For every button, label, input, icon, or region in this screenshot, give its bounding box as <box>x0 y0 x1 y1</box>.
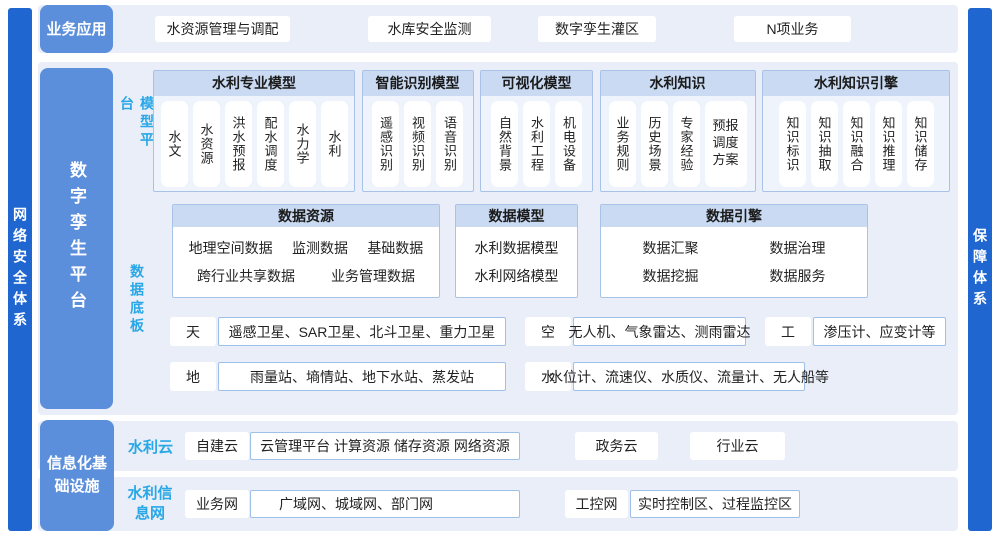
self-built-cloud-tag: 自建云 <box>185 432 249 460</box>
business-net-content: 广域网、城域网、部门网 <box>250 490 520 518</box>
sensing-content-water: 水位计、流速仪、水质仪、流量计、无人船等 <box>573 362 805 391</box>
model-group-title: 智能识别模型 <box>363 71 473 96</box>
business-net-tag: 业务网 <box>185 490 249 518</box>
sensing-content-works: 渗压计、应变计等 <box>813 317 946 346</box>
data-item: 监测数据 <box>292 238 348 258</box>
business-item: 水资源管理与调配 <box>155 16 290 42</box>
data-item: 基础数据 <box>367 238 423 258</box>
model-group-visualization: 可视化模型 自然背景 水利工程 机电设备 <box>480 70 593 192</box>
model-group-title: 水利专业模型 <box>154 71 354 96</box>
model-item: 遥感识别 <box>372 101 399 187</box>
model-group-ai-recognition: 智能识别模型 遥感识别 视频识别 语音识别 <box>362 70 474 192</box>
model-group-title: 水利知识 <box>601 71 755 96</box>
data-group-engine: 数据引擎 数据汇聚 数据治理 数据挖掘 数据服务 <box>600 204 868 298</box>
architecture-diagram: 网络安全体系 保障体系 业务应用 水资源管理与调配 水库安全监测 数字孪生灌区 … <box>0 0 1000 538</box>
model-item: 水利 <box>321 101 348 187</box>
data-item: 数据挖掘 <box>643 266 699 286</box>
sensing-tag-ground: 地 <box>170 362 216 391</box>
data-group-title: 数据模型 <box>456 205 577 227</box>
data-item: 业务管理数据 <box>331 266 415 286</box>
data-group-models: 数据模型 水利数据模型 水利网络模型 <box>455 204 578 298</box>
gov-cloud-box: 政务云 <box>575 432 658 460</box>
self-built-cloud-content: 云管理平台 计算资源 储存资源 网络资源 <box>250 432 520 460</box>
model-item: 历史场景 <box>641 101 668 187</box>
model-item: 配水调度 <box>257 101 284 187</box>
model-item: 预报调度方案 <box>705 101 747 187</box>
model-group-knowledge-engine: 水利知识引擎 知识标识 知识抽取 知识融合 知识推理 知识储存 <box>762 70 950 192</box>
data-item: 水利网络模型 <box>475 266 559 286</box>
industry-cloud-box: 行业云 <box>690 432 785 460</box>
sensing-content-ground: 雨量站、墒情站、地下水站、蒸发站 <box>218 362 506 391</box>
water-cloud-label: 水利云 <box>128 421 173 471</box>
business-item: N项业务 <box>734 16 851 42</box>
network-security-bar: 网络安全体系 <box>8 8 32 531</box>
business-item: 数字孪生灌区 <box>538 16 656 42</box>
data-item: 数据治理 <box>770 238 826 258</box>
model-item: 机电设备 <box>555 101 582 187</box>
water-info-net-label: 水利信息网 <box>126 477 174 531</box>
model-item: 专家经验 <box>673 101 700 187</box>
model-item: 知识储存 <box>907 101 934 187</box>
business-apps-panel: 业务应用 水资源管理与调配 水库安全监测 数字孪生灌区 N项业务 <box>38 5 958 53</box>
data-group-title: 数据引擎 <box>601 205 867 227</box>
sensing-tag-sky: 天 <box>170 317 216 346</box>
data-item: 地理空间数据 <box>189 238 273 258</box>
digital-twin-label: 数字孪生平台 <box>40 68 113 409</box>
data-item: 数据汇聚 <box>643 238 699 258</box>
infrastructure-label: 信息化基础设施 <box>40 420 114 531</box>
model-item: 知识推理 <box>875 101 902 187</box>
sensing-tag-works: 工 <box>765 317 811 346</box>
model-item: 水文 <box>161 101 188 187</box>
water-cloud-panel: 水利云 自建云 云管理平台 计算资源 储存资源 网络资源 政务云 行业云 <box>38 421 958 471</box>
data-item: 数据服务 <box>770 266 826 286</box>
business-apps-label: 业务应用 <box>40 5 113 53</box>
model-item: 水力学 <box>289 101 316 187</box>
water-info-net-panel: 水利信息网 业务网 广域网、城域网、部门网 工控网 实时控制区、过程监控区 <box>38 477 958 531</box>
model-item: 视频识别 <box>404 101 431 187</box>
model-item: 知识融合 <box>843 101 870 187</box>
model-groups: 水利专业模型 水文 水资源 洪水预报 配水调度 水力学 水利 智能识别模型 遥感… <box>153 70 950 192</box>
model-group-title: 水利知识引擎 <box>763 71 949 96</box>
model-item: 水利工程 <box>523 101 550 187</box>
data-item: 跨行业共享数据 <box>197 266 295 286</box>
data-group-resources: 数据资源 地理空间数据 监测数据 基础数据 跨行业共享数据 业务管理数据 <box>172 204 440 298</box>
data-group-title: 数据资源 <box>173 205 439 227</box>
model-item: 业务规则 <box>609 101 636 187</box>
sensing-tag-air: 空 <box>525 317 571 346</box>
model-item: 自然背景 <box>491 101 518 187</box>
model-item: 知识标识 <box>779 101 806 187</box>
sensing-content-sky: 遥感卫星、SAR卫星、北斗卫星、重力卫星 <box>218 317 506 346</box>
model-group-knowledge: 水利知识 业务规则 历史场景 专家经验 预报调度方案 <box>600 70 756 192</box>
model-group-hydraulic: 水利专业模型 水文 水资源 洪水预报 配水调度 水力学 水利 <box>153 70 355 192</box>
scada-net-tag: 工控网 <box>565 490 628 518</box>
assurance-system-bar: 保障体系 <box>968 8 992 531</box>
model-item: 洪水预报 <box>225 101 252 187</box>
data-board-label: 数据底板 <box>127 260 147 340</box>
model-group-title: 可视化模型 <box>481 71 592 96</box>
digital-twin-panel: 数字孪生平台 模型平台 水利专业模型 水文 水资源 洪水预报 配水调度 水力学 … <box>38 62 958 415</box>
model-platform-label: 模型平台 <box>127 96 147 166</box>
sensing-content-air: 无人机、气象雷达、测雨雷达 <box>573 317 746 346</box>
model-item: 语音识别 <box>436 101 463 187</box>
model-item: 知识抽取 <box>811 101 838 187</box>
scada-net-content: 实时控制区、过程监控区 <box>630 490 800 518</box>
data-item: 水利数据模型 <box>475 238 559 258</box>
model-item: 水资源 <box>193 101 220 187</box>
business-item: 水库安全监测 <box>368 16 491 42</box>
